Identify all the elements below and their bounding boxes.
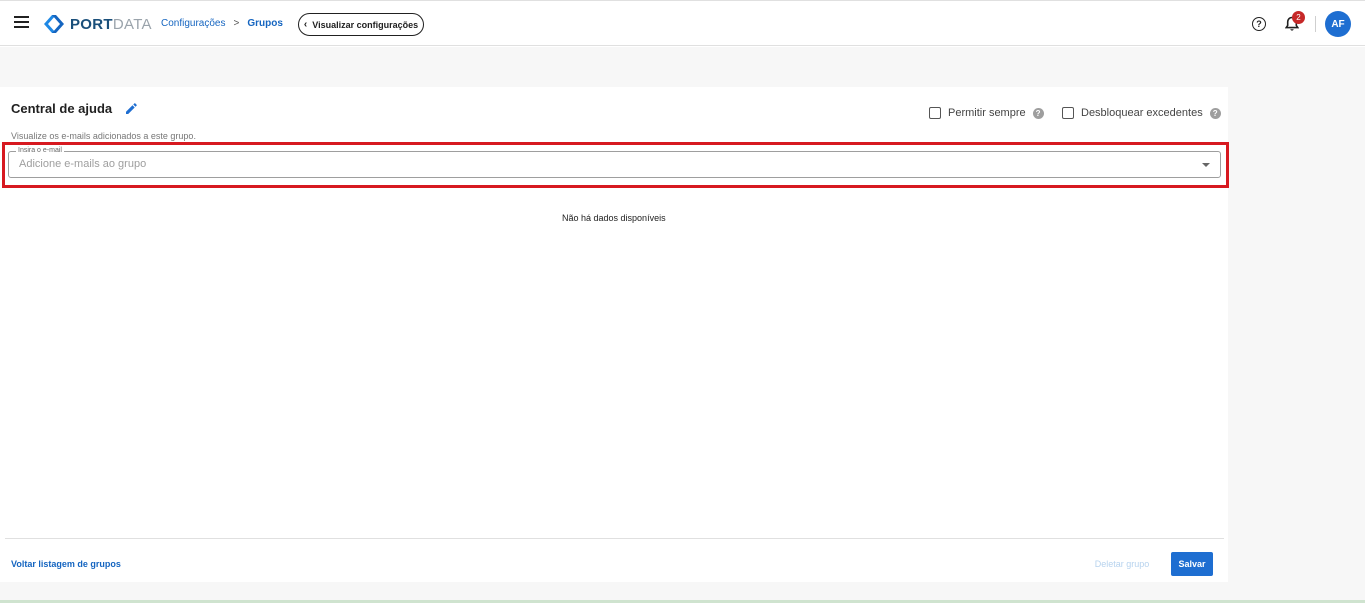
breadcrumb-grupos[interactable]: Grupos <box>247 18 283 29</box>
unlock-excess-label: Desbloquear excedentes <box>1081 107 1203 119</box>
allow-always-option[interactable]: Permitir sempre ? <box>929 107 1044 119</box>
edit-pencil-icon[interactable] <box>124 101 139 116</box>
back-to-groups-link[interactable]: Voltar listagem de grupos <box>11 559 121 569</box>
hamburger-menu-icon[interactable] <box>14 16 29 30</box>
allow-always-help-icon[interactable]: ? <box>1032 107 1044 119</box>
help-icon[interactable]: ? <box>1252 17 1266 31</box>
unlock-excess-checkbox[interactable] <box>1062 107 1074 119</box>
user-avatar[interactable]: AF <box>1325 11 1351 37</box>
breadcrumb-separator: > <box>233 18 240 29</box>
allow-always-checkbox[interactable] <box>929 107 941 119</box>
breadcrumb-configuracoes[interactable]: Configurações <box>161 18 225 29</box>
email-input[interactable] <box>19 158 1169 170</box>
save-button[interactable]: Salvar <box>1171 552 1213 576</box>
allow-always-label: Permitir sempre <box>948 107 1026 119</box>
group-subtitle: Visualize os e-mails adicionados a este … <box>11 131 196 141</box>
view-settings-label: Visualizar configurações <box>312 19 419 30</box>
portdata-logo-mark-icon <box>44 15 64 33</box>
portdata-logo[interactable]: PORTDATA <box>44 14 152 34</box>
dropdown-caret-icon[interactable] <box>1202 163 1210 167</box>
logo-text: PORTDATA <box>70 15 152 33</box>
chevron-left-icon: ‹ <box>303 19 308 30</box>
top-bar: PORTDATA Configurações > Grupos ‹ Visual… <box>0 0 1365 46</box>
group-title: Central de ajuda <box>11 101 113 116</box>
email-field-label: Insira o e-mail <box>16 147 64 154</box>
unlock-excess-help-icon[interactable]: ? <box>1209 107 1221 119</box>
notification-badge: 2 <box>1292 11 1305 24</box>
delete-group-button[interactable]: Deletar grupo <box>1086 553 1158 575</box>
empty-state-message: Não há dados disponíveis <box>562 213 666 223</box>
view-settings-button[interactable]: ‹ Visualizar configurações <box>298 13 424 36</box>
email-field[interactable] <box>8 151 1221 178</box>
header-divider <box>1315 16 1316 32</box>
unlock-excess-option[interactable]: Desbloquear excedentes ? <box>1062 107 1221 119</box>
footer-divider <box>5 538 1224 539</box>
breadcrumb: Configurações > Grupos <box>161 18 283 29</box>
